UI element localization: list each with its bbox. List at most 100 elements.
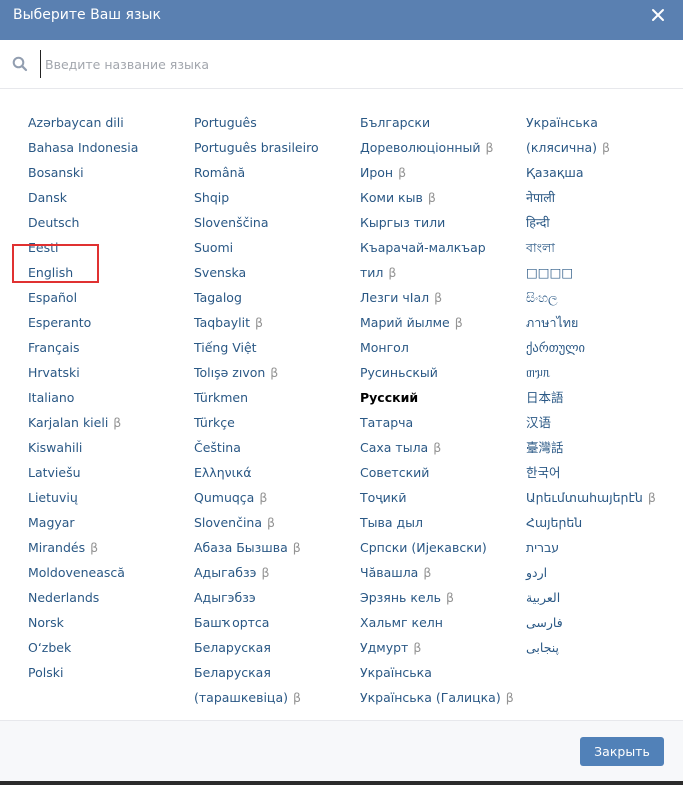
language-option[interactable]: Хальмг келн <box>360 610 510 635</box>
language-option[interactable]: Azərbaycan dili <box>28 110 178 135</box>
language-option[interactable]: Română <box>194 160 344 185</box>
language-option[interactable]: Suomi <box>194 235 344 260</box>
language-option[interactable]: Русиньскый <box>360 360 510 385</box>
language-option[interactable]: Moldovenească <box>28 560 178 585</box>
language-option[interactable]: Български <box>360 110 510 135</box>
language-option[interactable]: Karjalan kieli β <box>28 410 178 435</box>
language-option[interactable]: Къарачай-малкъар тил β <box>360 235 510 285</box>
language-option[interactable]: Slovenčina β <box>194 510 344 535</box>
language-option[interactable]: 日本語 <box>526 385 676 410</box>
language-option[interactable]: Türkmen <box>194 385 344 410</box>
language-option[interactable]: Kiswahili <box>28 435 178 460</box>
language-option[interactable]: ภาษาไทย <box>526 310 676 335</box>
language-option[interactable]: Tolışə zıvon β <box>194 360 344 385</box>
language-option[interactable]: Svenska <box>194 260 344 285</box>
beta-badge: β <box>413 640 422 655</box>
language-option[interactable]: Tagalog <box>194 285 344 310</box>
language-option[interactable]: Português <box>194 110 344 135</box>
language-option[interactable]: Slovenščina <box>194 210 344 235</box>
language-option[interactable]: Esperanto <box>28 310 178 335</box>
language-option[interactable]: සිංහල <box>526 285 676 310</box>
language-option[interactable]: Українська (клясична) β <box>526 110 676 160</box>
language-option[interactable]: O‘zbek <box>28 635 178 660</box>
language-option[interactable]: Марий йылме β <box>360 310 510 335</box>
language-option[interactable]: Nederlands <box>28 585 178 610</box>
language-option[interactable]: Тоҷикӣ <box>360 485 510 510</box>
language-option[interactable]: Shqip <box>194 185 344 210</box>
language-option[interactable]: Советский <box>360 460 510 485</box>
language-option[interactable]: Лезги чӀал β <box>360 285 510 310</box>
language-option[interactable]: فارسی <box>526 610 676 635</box>
language-option[interactable]: עברית <box>526 535 676 560</box>
language-option[interactable]: Mirandés β <box>28 535 178 560</box>
language-option[interactable]: العربية <box>526 585 676 610</box>
language-option[interactable]: پنجابی <box>526 635 676 660</box>
language-option[interactable]: Norsk <box>28 610 178 635</box>
language-option[interactable]: Italiano <box>28 385 178 410</box>
language-column-3: Български Дореволюціонный β Ирон β Коми кыв β К… <box>360 110 514 710</box>
language-option[interactable]: Башҡортса <box>194 610 344 635</box>
language-option[interactable]: Polski <box>28 660 178 685</box>
language-option[interactable]: 汉语 <box>526 410 676 435</box>
language-option[interactable]: Коми кыв β <box>360 185 510 210</box>
language-label: Հայերեն <box>526 515 583 530</box>
language-option[interactable]: Hrvatski <box>28 360 178 385</box>
language-option[interactable]: Абаза Бызшва β <box>194 535 344 560</box>
language-option[interactable]: Монгол <box>360 335 510 360</box>
language-option[interactable]: Magyar <box>28 510 178 535</box>
language-option[interactable]: 臺灣話 <box>526 435 676 460</box>
language-option[interactable]: Саха тыла β <box>360 435 510 460</box>
language-label: Українська (Галицка) <box>360 690 501 705</box>
language-option[interactable]: Тыва дыл <box>360 510 510 535</box>
language-option[interactable]: Српски (Ијекавски) <box>360 535 510 560</box>
language-option[interactable]: English <box>28 260 178 285</box>
close-icon[interactable] <box>649 6 667 24</box>
language-option[interactable]: ქართული <box>526 335 676 360</box>
language-option[interactable]: Чӑвашла β <box>360 560 510 585</box>
language-option[interactable]: Українська (Галицка) β <box>360 685 514 710</box>
language-label: Кыргыз тили <box>360 215 446 230</box>
language-option[interactable]: Français <box>28 335 178 360</box>
language-option[interactable]: বাংলা <box>526 235 676 260</box>
language-option[interactable]: Адыгэбзэ <box>194 585 344 610</box>
language-option[interactable]: Дореволюціонный β <box>360 135 510 160</box>
language-option[interactable]: Հայերեն <box>526 510 676 535</box>
language-option[interactable]: Русский <box>360 385 510 410</box>
language-option[interactable]: Удмурт β <box>360 635 510 660</box>
language-option[interactable]: Türkçe <box>194 410 344 435</box>
language-option[interactable]: Ирон β <box>360 160 510 185</box>
language-option[interactable]: Español <box>28 285 178 310</box>
language-option[interactable]: Qumuqça β <box>194 485 344 510</box>
language-option[interactable]: नेपाली <box>526 185 676 210</box>
language-option[interactable]: Eesti <box>28 235 178 260</box>
language-option[interactable]: Адыгабзэ β <box>194 560 344 585</box>
language-option[interactable]: Bahasa Indonesia <box>28 135 178 160</box>
language-option[interactable]: Tiếng Việt <box>194 335 344 360</box>
language-option[interactable]: Čeština <box>194 435 344 460</box>
language-label: Lietuvių <box>28 490 78 505</box>
language-option[interactable]: Bosanski <box>28 160 178 185</box>
language-option[interactable]: Українська <box>360 660 510 685</box>
language-option[interactable]: Português brasileiro <box>194 135 344 160</box>
language-option[interactable]: Deutsch <box>28 210 178 235</box>
language-label: Саха тыла <box>360 440 429 455</box>
language-option[interactable]: Беларуская <box>194 635 344 660</box>
language-option[interactable]: Արեւմտահայերէն β <box>526 485 676 510</box>
language-option[interactable]: Taqbaylit β <box>194 310 344 335</box>
language-option[interactable]: Кыргыз тили <box>360 210 510 235</box>
language-option[interactable]: Беларуская (тарашкевіца) β <box>194 660 344 710</box>
language-option[interactable]: Эрзянь кель β <box>360 585 510 610</box>
language-option[interactable]: हिन्दी <box>526 210 676 235</box>
language-option[interactable]: Ελληνικά <box>194 460 344 485</box>
language-option[interactable]: □□□□ <box>526 260 676 285</box>
language-option[interactable]: Қазақша <box>526 160 676 185</box>
language-option[interactable]: ᥖᥭᥰ <box>526 360 676 385</box>
search-input[interactable] <box>40 50 665 78</box>
close-button[interactable]: Закрыть <box>580 737 664 766</box>
language-option[interactable]: Dansk <box>28 185 178 210</box>
language-option[interactable]: 한국어 <box>526 460 676 485</box>
language-option[interactable]: Latviešu <box>28 460 178 485</box>
language-option[interactable]: Татарча <box>360 410 510 435</box>
language-option[interactable]: Lietuvių <box>28 485 178 510</box>
language-option[interactable]: اردو <box>526 560 676 585</box>
